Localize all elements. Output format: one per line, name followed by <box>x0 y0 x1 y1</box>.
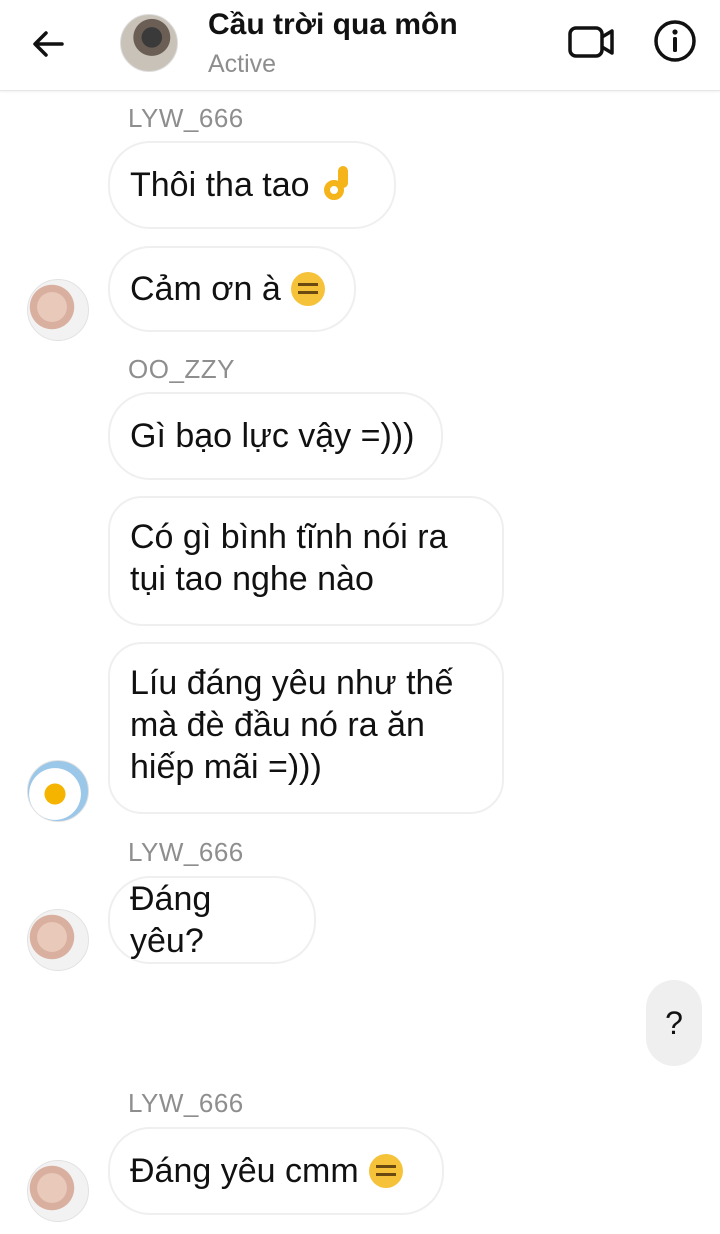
sender-name: OO_ZZY <box>128 354 236 384</box>
arrow-left-icon[interactable] <box>28 24 68 64</box>
message-bubble[interactable]: Thôi tha tao <box>108 141 396 229</box>
message-text: Đáng yêu cmm <box>130 1152 359 1190</box>
outgoing-message-bubble[interactable]: ? <box>646 980 702 1066</box>
message-text-line: mà đè đầu nó ra ăn <box>130 706 425 744</box>
info-icon[interactable] <box>652 18 698 64</box>
expressionless-face-emoji-icon <box>290 272 325 306</box>
message-bubble[interactable]: Đáng yêu cmm <box>108 1127 444 1215</box>
sender-name: LYW_666 <box>128 103 244 133</box>
message-bubble[interactable]: Líu đáng yêu như thế mà đè đầu nó ra ăn … <box>108 642 504 814</box>
video-camera-icon[interactable] <box>566 20 616 64</box>
message-bubble[interactable]: Có gì bình tĩnh nói ra tụi tao nghe nào <box>108 496 504 626</box>
message-text: Thôi tha tao <box>130 166 310 204</box>
message-text-line: Có gì bình tĩnh nói ra <box>130 518 448 556</box>
message-text-line: tụi tao nghe nào <box>130 560 374 598</box>
message-bubble[interactable]: Gì bạo lực vậy =))) <box>108 392 443 480</box>
message-text: Cảm ơn à <box>130 270 281 308</box>
contact-name[interactable]: Cầu trời qua môn <box>208 8 458 42</box>
expressionless-face-emoji-icon <box>368 1154 403 1188</box>
contact-avatar[interactable] <box>120 14 178 72</box>
message-text-line: hiếp mãi =))) <box>130 748 322 786</box>
avatar[interactable] <box>27 909 89 971</box>
message-text: Gì bạo lực vậy =))) <box>130 417 415 455</box>
avatar[interactable] <box>27 279 89 341</box>
contact-status: Active <box>208 50 277 78</box>
message-bubble[interactable]: Cảm ơn à <box>108 246 356 332</box>
ok-hand-emoji-icon <box>322 166 352 204</box>
sender-name: LYW_666 <box>128 1088 244 1118</box>
chat-header: Cầu trời qua môn Active <box>0 0 720 91</box>
message-text-line: Líu đáng yêu như thế <box>130 664 454 702</box>
avatar[interactable] <box>27 1160 89 1222</box>
avatar[interactable] <box>27 760 89 822</box>
message-text: Đáng yêu? <box>130 880 212 960</box>
message-text: ? <box>665 1004 683 1041</box>
sender-name: LYW_666 <box>128 837 244 867</box>
message-bubble[interactable]: Đáng yêu? <box>108 876 316 964</box>
